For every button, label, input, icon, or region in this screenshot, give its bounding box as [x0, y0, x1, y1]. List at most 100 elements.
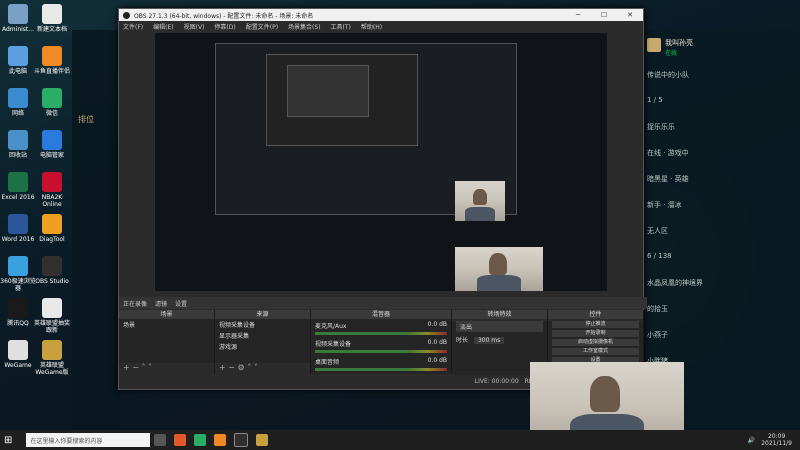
start-icon[interactable]: ⊞ [4, 435, 12, 446]
menu-item[interactable]: 停靠(D) [214, 22, 235, 31]
desktop-icon[interactable]: 360极速浏览器 [0, 256, 36, 292]
mixer-channel-name: 麦克风/Aux [315, 323, 347, 330]
friend-list-row[interactable]: 6 / 138 [647, 252, 672, 260]
friend-list-row[interactable]: 小燕子 [647, 330, 668, 340]
obs-window: OBS 27.1.3 (64-bit, windows) - 配置文件: 未命名… [118, 8, 647, 390]
wechat-icon[interactable] [194, 434, 207, 446]
clock[interactable]: 20:09 2021/11/9 [761, 433, 792, 447]
obs-preview[interactable] [155, 33, 607, 291]
desktop-icon[interactable]: 斗鱼直播伴侣 [34, 46, 70, 75]
desktop-icon[interactable]: WeGame [0, 340, 36, 369]
menu-item[interactable]: 视图(V) [184, 22, 205, 31]
friend-list-row[interactable]: 1 / 5 [647, 96, 663, 104]
control-button[interactable]: 开始录制 [552, 330, 639, 337]
scene-toolbar-item[interactable]: 设置 [175, 299, 187, 308]
obs-taskbar-icon[interactable] [234, 433, 249, 447]
mixer-channel-name: 桌面音频 [315, 359, 340, 366]
desktop-icon-label: 斗鱼直播伴侣 [34, 68, 71, 75]
controls-header: 控件 [548, 310, 643, 319]
desktop-icon[interactable]: 此电脑 [0, 46, 36, 75]
sources-header: 来源 [215, 310, 310, 319]
desktop-icon[interactable]: 腾讯QQ [0, 298, 36, 327]
desktop-icon[interactable]: NBA2K Online [34, 172, 70, 208]
taskbar: ⊞ 在这里输入你要搜索的内容 🔊 20:09 2021/11/9 [0, 430, 800, 450]
friend-list-row[interactable]: 传说中的小队 [647, 70, 689, 80]
source-item[interactable]: 游戏源 [215, 341, 310, 352]
desktop-icon[interactable]: 英雄联盟WeGame版 [34, 340, 70, 376]
scene-toolbar-item[interactable]: 滤镜 [155, 299, 167, 308]
desktop-icon[interactable]: OBS Studio [34, 256, 70, 285]
close-icon[interactable]: ✕ [617, 11, 643, 19]
sources-add-button[interactable]: + − ⚙ ˄ ˅ [215, 363, 310, 373]
friend-list-row[interactable]: 暗黑星 · 英雄 [647, 174, 689, 184]
scenes-dock: 场景 场景 + − ˄ ˅ [119, 310, 215, 374]
user-avatar[interactable] [647, 38, 661, 52]
desktop-icon-label: DiagTool [39, 236, 65, 243]
menu-item[interactable]: 文件(F) [123, 22, 143, 31]
app-icon [8, 4, 28, 24]
menu-item[interactable]: 帮助(H) [361, 22, 382, 31]
transitions-header: 转场特效 [452, 310, 547, 319]
desktop-icon[interactable]: 网络 [0, 88, 36, 117]
lol-taskbar-icon[interactable] [256, 434, 269, 446]
volume-meter[interactable] [315, 368, 447, 371]
desktop-icon-label: Excel 2016 [1, 194, 35, 201]
app-icon [42, 340, 62, 360]
scenes-add-button[interactable]: + − ˄ ˅ [119, 363, 214, 373]
control-button[interactable]: 停止推流 [552, 321, 639, 328]
source-item[interactable]: 视频采集设备 [215, 319, 310, 330]
volume-meter[interactable] [315, 350, 447, 353]
taskview-icon[interactable] [154, 434, 167, 446]
desktop-icon-label: Administ... [2, 26, 34, 33]
app-icon [8, 256, 28, 276]
desktop-icon[interactable]: 英雄联盟抽奖跟新 [34, 298, 70, 334]
app-icon [42, 4, 62, 24]
menu-item[interactable]: 配置文件(P) [246, 22, 278, 31]
desktop-icon-label: 英雄联盟WeGame版 [35, 362, 69, 376]
app-icon [8, 298, 28, 318]
mixer-channel-level: 0.0 dB [427, 357, 447, 364]
desktop-icon[interactable]: Word 2016 [0, 214, 36, 243]
lol-client-left-panel: 排位 [72, 30, 120, 430]
obs-menubar: 文件(F) 编辑(E) 视图(V) 停靠(D) 配置文件(P) 场景集合(S) 工具(T) 帮… [119, 21, 643, 31]
friend-list-row[interactable]: 在线 · 游戏中 [647, 148, 689, 158]
obs-scene-toolbar: 正在录像 滤镜 设置 [119, 297, 647, 309]
desktop-icon-label: 360极速浏览器 [0, 278, 36, 292]
friend-list-row[interactable]: 无人区 [647, 226, 668, 236]
desktop-icon[interactable]: 微信 [34, 88, 70, 117]
taskbar-search[interactable]: 在这里输入你要搜索的内容 [26, 433, 151, 447]
control-button[interactable]: 启动虚拟摄像机 [552, 339, 639, 346]
mixer-channel-level: 0.0 dB [427, 321, 447, 328]
scene-item[interactable]: 场景 [119, 319, 214, 330]
menu-item[interactable]: 场景集合(S) [288, 22, 321, 31]
desktop-icon[interactable]: 新建文本档 [34, 4, 70, 33]
mixer-channel: 麦克风/Aux 0.0 dB [311, 319, 451, 337]
menu-item[interactable]: 编辑(E) [153, 22, 173, 31]
scene-toolbar-item[interactable]: 正在录像 [123, 299, 147, 308]
app-icon [8, 214, 28, 234]
friend-list-row[interactable]: 的拾玉 [647, 304, 668, 314]
desktop-icon[interactable]: Excel 2016 [0, 172, 36, 201]
friend-list-row[interactable]: 捉乐乐乐 [647, 122, 675, 132]
volume-icon[interactable]: 🔊 [748, 437, 755, 444]
maximize-icon[interactable]: ☐ [591, 11, 617, 19]
duration-input[interactable]: 300 ms [473, 337, 505, 344]
douyu-icon[interactable] [214, 434, 227, 446]
menu-item[interactable]: 工具(T) [331, 22, 351, 31]
source-item[interactable]: 显示器采集 [215, 330, 310, 341]
desktop-icon[interactable]: Administ... [0, 4, 36, 33]
app-icon [8, 130, 28, 150]
transition-select[interactable]: 淡出 [456, 321, 543, 332]
browser-icon[interactable] [174, 434, 187, 446]
desktop-icon[interactable]: 电脑管家 [34, 130, 70, 159]
desktop-icon[interactable]: DiagTool [34, 214, 70, 243]
desktop-icon-label: 英雄联盟抽奖跟新 [34, 320, 71, 334]
friend-list-row[interactable]: 新手 · 溜冰 [647, 200, 682, 210]
volume-meter[interactable] [315, 332, 447, 335]
app-icon [42, 214, 62, 234]
minimize-icon[interactable]: ─ [565, 11, 591, 19]
friend-list-row[interactable]: 水晶凤凰的神境界 [647, 278, 703, 288]
app-icon [42, 256, 62, 276]
desktop-icon[interactable]: 回收站 [0, 130, 36, 159]
control-button[interactable]: 工作室模式 [552, 348, 639, 355]
